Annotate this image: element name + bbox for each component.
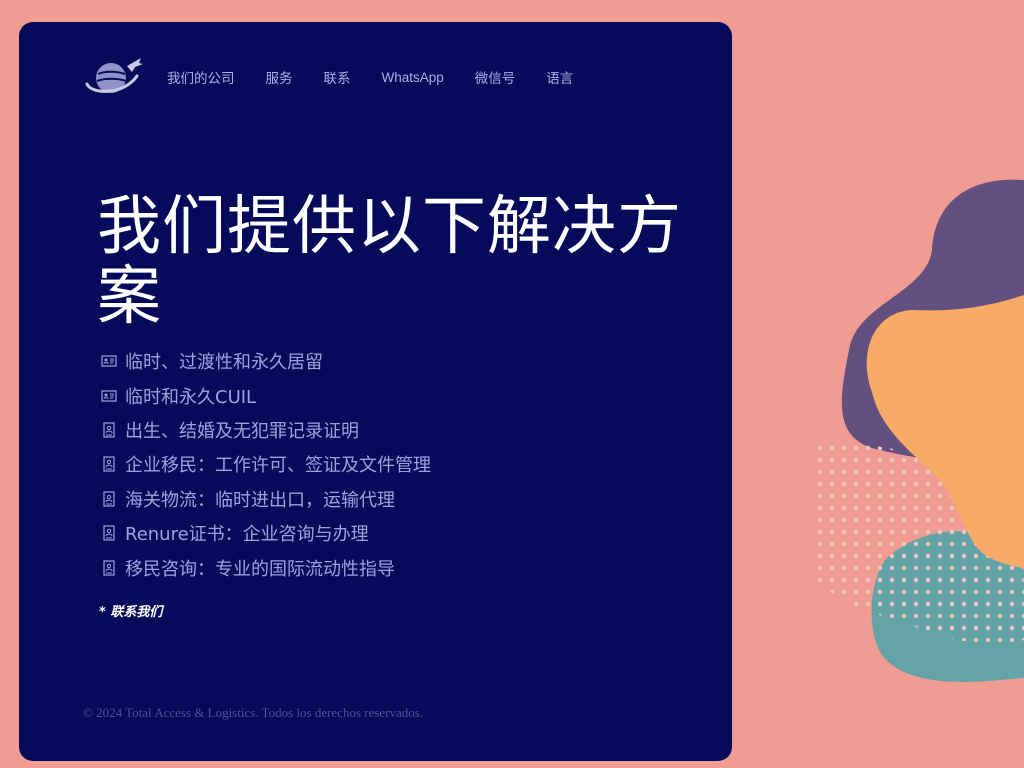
id-card-icon: [101, 389, 117, 402]
list-item: 企业移民：工作许可、签证及文件管理: [101, 447, 431, 481]
list-item: 出生、结婚及无犯罪记录证明: [101, 413, 431, 447]
list-item-text: 企业移民：工作许可、签证及文件管理: [125, 455, 431, 477]
list-item-text: 临时和永久CUIL: [125, 386, 257, 408]
list-item: 移民咨询：专业的国际流动性指导: [101, 550, 431, 584]
nav-item-company[interactable]: 我们的公司: [167, 67, 235, 87]
nav-item-whatsapp[interactable]: WhatsApp: [382, 70, 444, 85]
page-title: 我们提供以下解决方案: [97, 190, 682, 334]
document-icon: [103, 422, 115, 438]
top-nav: 我们的公司 服务 联系 WhatsApp 微信号 语言: [167, 67, 604, 87]
nav-item-contact[interactable]: 联系: [324, 67, 351, 87]
list-item: 海关物流：临时进出口，运输代理: [101, 482, 431, 516]
list-item-text: 出生、结婚及无犯罪记录证明: [125, 420, 359, 442]
list-item: 临时、过渡性和永久居留: [101, 344, 431, 378]
list-item-text: 移民咨询：专业的国际流动性指导: [125, 558, 395, 580]
document-icon: [103, 456, 115, 472]
list-item: Renure证书：企业咨询与办理: [101, 516, 431, 550]
list-item-text: Renure证书：企业咨询与办理: [125, 524, 369, 546]
document-icon: [103, 559, 115, 576]
document-icon: [103, 491, 115, 507]
services-list: 临时、过渡性和永久居留 临时和永久CUIL 出生、结婚及无犯罪记录证明 企业移民…: [101, 344, 431, 585]
main-card: 我们的公司 服务 联系 WhatsApp 微信号 语言 我们提供以下解决方案 临…: [19, 22, 732, 761]
list-item-text: 临时、过渡性和永久居留: [125, 352, 323, 374]
id-card-icon: [101, 355, 117, 367]
list-item: 临时和永久CUIL: [101, 378, 431, 412]
nav-item-wechat[interactable]: 微信号: [475, 67, 516, 87]
contact-us-link[interactable]: * 联系我们: [99, 601, 162, 620]
document-icon: [103, 525, 115, 541]
nav-item-language[interactable]: 语言: [546, 67, 573, 87]
list-item-text: 海关物流：临时进出口，运输代理: [125, 489, 395, 511]
footer-copyright: © 2024 Total Access & Logistics. Todos l…: [83, 705, 424, 720]
nav-item-services[interactable]: 服务: [266, 67, 293, 87]
globe-airplane-logo[interactable]: [83, 54, 143, 102]
